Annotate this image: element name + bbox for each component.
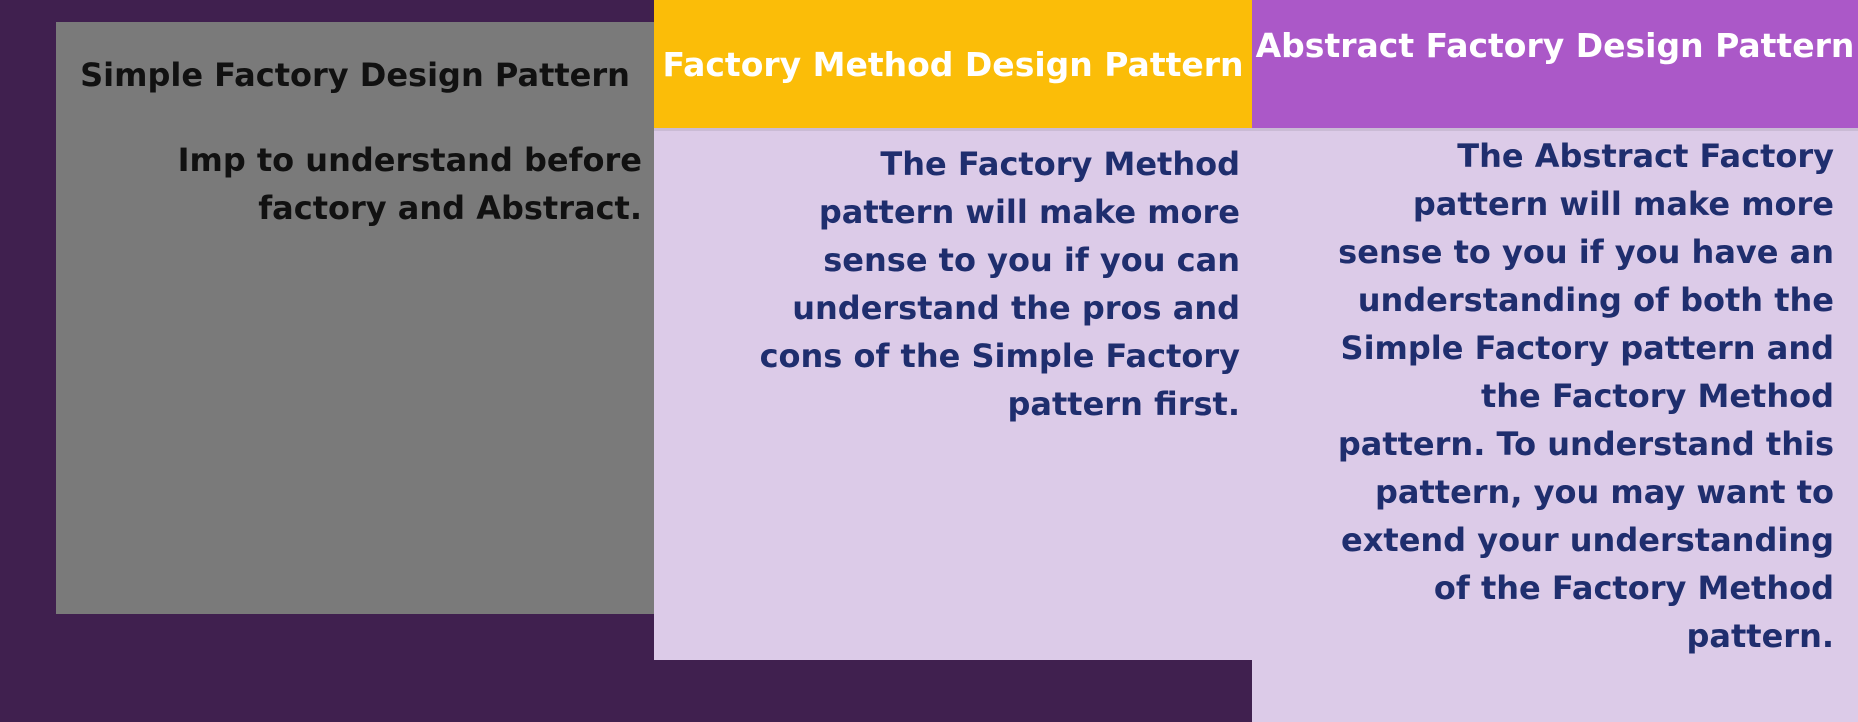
description-line: cons of the Simple Factory xyxy=(759,337,1240,375)
simple-factory-description: Imp to understand before factory and Abs… xyxy=(60,136,642,232)
factory-method-description: The Factory Method pattern will make mor… xyxy=(700,140,1240,428)
factory-method-title: Factory Method Design Pattern xyxy=(662,44,1244,84)
abstract-factory-description: The Abstract Factory pattern will make m… xyxy=(1300,132,1834,660)
description-line: The Abstract Factory xyxy=(1457,137,1834,175)
description-line: the Factory Method xyxy=(1480,377,1834,415)
description-line: pattern. xyxy=(1686,617,1834,655)
simple-factory-title: Simple Factory Design Pattern xyxy=(80,56,630,94)
description-line: factory and Abstract. xyxy=(258,189,642,227)
factory-method-header: Factory Method Design Pattern xyxy=(654,0,1252,128)
simple-factory-header: Simple Factory Design Pattern xyxy=(56,22,654,128)
description-line: extend your understanding xyxy=(1341,521,1834,559)
description-line: pattern first. xyxy=(1007,385,1241,423)
description-line: of the Factory Method xyxy=(1433,569,1834,607)
description-line: sense to you if you can xyxy=(823,241,1240,279)
abstract-factory-header: Abstract Factory Design Pattern xyxy=(1252,0,1858,128)
description-line: Imp to understand before xyxy=(177,141,642,179)
abstract-factory-title: Abstract Factory Design Pattern xyxy=(1255,26,1855,65)
description-line: pattern will make more xyxy=(818,193,1240,231)
description-line: The Factory Method xyxy=(880,145,1240,183)
description-line: sense to you if you have an xyxy=(1338,233,1834,271)
description-line: pattern will make more xyxy=(1412,185,1834,223)
header-shadow xyxy=(654,128,1858,131)
description-line: pattern. To understand this xyxy=(1337,425,1834,463)
description-line: understand the pros and xyxy=(792,289,1240,327)
description-line: pattern, you may want to xyxy=(1374,473,1834,511)
description-line: Simple Factory pattern and xyxy=(1340,329,1834,367)
description-line: understanding of both the xyxy=(1357,281,1834,319)
